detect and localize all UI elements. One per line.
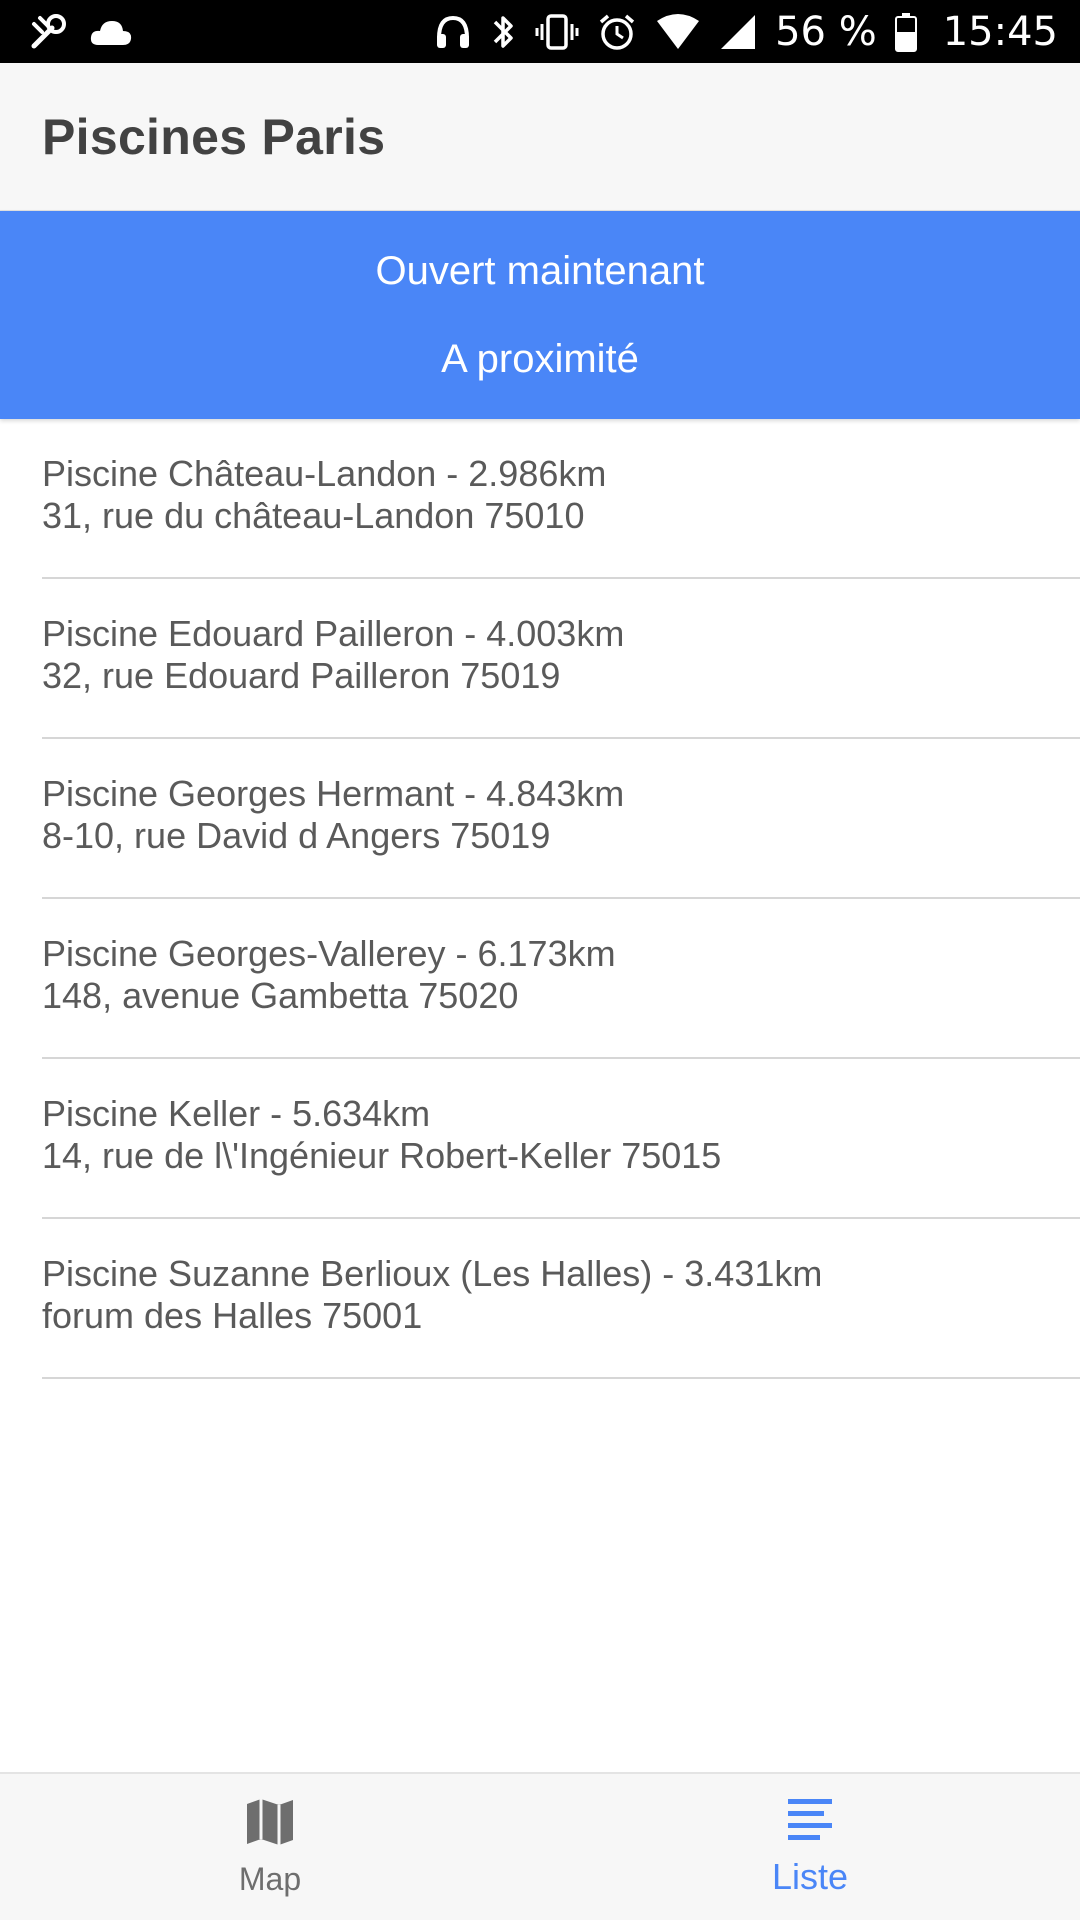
tab-list[interactable]: Liste (540, 1774, 1080, 1920)
list-item[interactable]: Piscine Georges Hermant - 4.843km 8-10, … (42, 739, 1080, 899)
status-left (26, 10, 134, 54)
signal-icon (719, 10, 757, 54)
list-item[interactable]: Piscine Edouard Pailleron - 4.003km 32, … (42, 579, 1080, 739)
nearby-filter-button[interactable]: A proximité (0, 315, 1080, 419)
wifi-icon (655, 10, 701, 54)
bluetooth-icon (491, 10, 517, 54)
headphones-icon (433, 10, 473, 54)
filter-panel: Ouvert maintenant A proximité (0, 211, 1080, 419)
app-bar: Piscines Paris (0, 63, 1080, 211)
pool-address: 14, rue de l\'Ingénieur Robert-Keller 75… (42, 1135, 722, 1176)
status-bar: 56 % 15:45 (0, 0, 1080, 63)
vibrate-icon (535, 10, 579, 54)
pool-name-distance: Piscine Georges Hermant - 4.843km (42, 773, 625, 814)
pool-list: Piscine Château-Landon - 2.986km 31, rue… (0, 419, 1080, 1379)
status-right: 56 % 15:45 (433, 9, 1058, 55)
list-icon (786, 1797, 834, 1848)
list-item[interactable]: Piscine Georges-Vallerey - 6.173km 148, … (42, 899, 1080, 1059)
tab-map-label: Map (238, 1861, 302, 1897)
pool-address: 148, avenue Gambetta 75020 (42, 975, 519, 1016)
tools-icon (26, 10, 70, 54)
pool-name-distance: Piscine Keller - 5.634km (42, 1093, 431, 1134)
bottom-nav: Map Liste (0, 1772, 1080, 1920)
list-item[interactable]: Piscine Suzanne Berlioux (Les Halles) - … (42, 1219, 1080, 1379)
list-item[interactable]: Piscine Château-Landon - 2.986km 31, rue… (42, 419, 1080, 579)
pool-name-distance: Piscine Château-Landon - 2.986km (42, 453, 607, 494)
pool-name-distance: Piscine Edouard Pailleron - 4.003km (42, 613, 625, 654)
cloud-icon (88, 10, 134, 54)
pool-address: 8-10, rue David d Angers 75019 (42, 815, 551, 856)
pool-address: 32, rue Edouard Pailleron 75019 (42, 655, 561, 696)
tab-list-label: Liste (771, 1855, 849, 1897)
map-icon (244, 1796, 296, 1853)
battery-icon (894, 10, 917, 54)
list-item[interactable]: Piscine Keller - 5.634km 14, rue de l\'I… (42, 1059, 1080, 1219)
open-now-filter-button[interactable]: Ouvert maintenant (0, 211, 1080, 315)
pool-address: 31, rue du château-Landon 75010 (42, 495, 585, 536)
pool-name-distance: Piscine Georges-Vallerey - 6.173km (42, 933, 616, 974)
clock: 15:45 (942, 8, 1058, 55)
pool-name-distance: Piscine Suzanne Berlioux (Les Halles) - … (42, 1253, 823, 1294)
alarm-icon (597, 10, 637, 54)
battery-percent: 56 % (775, 8, 877, 55)
tab-map[interactable]: Map (0, 1774, 540, 1920)
page-title: Piscines Paris (42, 108, 386, 165)
pool-address: forum des Halles 75001 (42, 1295, 423, 1336)
